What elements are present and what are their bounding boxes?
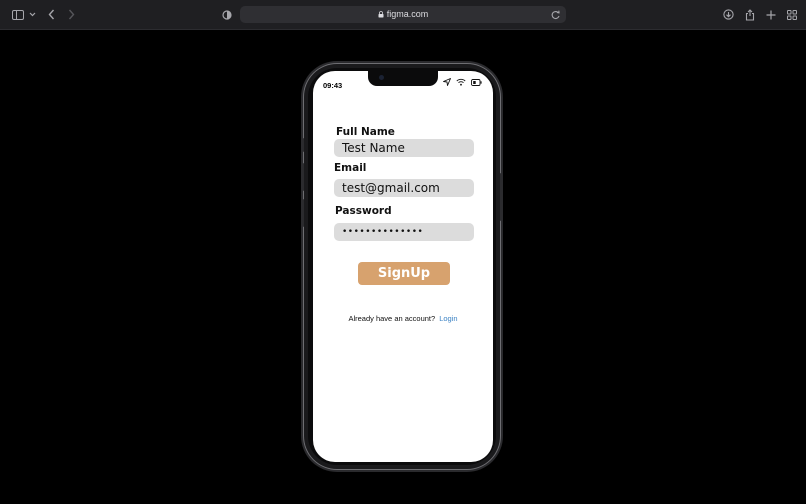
power-button [500, 173, 503, 221]
address-bar[interactable]: figma.com [240, 6, 566, 23]
browser-toolbar: figma.com [0, 0, 806, 30]
notch [368, 71, 438, 86]
url-text: figma.com [386, 9, 429, 19]
status-icons [443, 78, 482, 86]
plus-icon[interactable] [765, 7, 776, 22]
phone-screen: 09:43 Full Name Test Name Email test@gma… [313, 71, 493, 462]
mute-switch [301, 138, 304, 152]
password-label: Password [335, 205, 392, 217]
full-name-input[interactable]: Test Name [334, 139, 474, 157]
status-time: 09:43 [323, 81, 343, 90]
reload-icon[interactable] [550, 8, 561, 26]
login-prompt: Already have an account? Login [313, 314, 493, 323]
wifi-icon [456, 78, 466, 86]
volume-down-button [301, 199, 304, 227]
lock-icon [378, 11, 384, 18]
back-icon[interactable] [46, 7, 56, 22]
login-prompt-text: Already have an account? [348, 314, 436, 323]
phone-frame: 09:43 Full Name Test Name Email test@gma… [301, 63, 503, 470]
forward-icon[interactable] [66, 7, 76, 22]
email-input[interactable]: test@gmail.com [334, 179, 474, 197]
shield-icon[interactable] [222, 7, 232, 22]
email-label: Email [334, 162, 367, 174]
chevron-down-icon[interactable] [28, 7, 36, 22]
location-icon [443, 78, 451, 86]
sidebar-icon[interactable] [11, 7, 24, 22]
login-link[interactable]: Login [439, 314, 457, 323]
camera-icon [379, 75, 384, 80]
volume-up-button [301, 163, 304, 191]
download-icon[interactable] [723, 7, 734, 22]
share-icon[interactable] [744, 7, 755, 22]
password-input[interactable]: •••••••••••••• [334, 223, 474, 241]
battery-icon [471, 78, 482, 86]
tabs-grid-icon[interactable] [786, 7, 797, 22]
full-name-label: Full Name [336, 126, 395, 138]
signup-button[interactable]: SignUp [358, 262, 450, 285]
